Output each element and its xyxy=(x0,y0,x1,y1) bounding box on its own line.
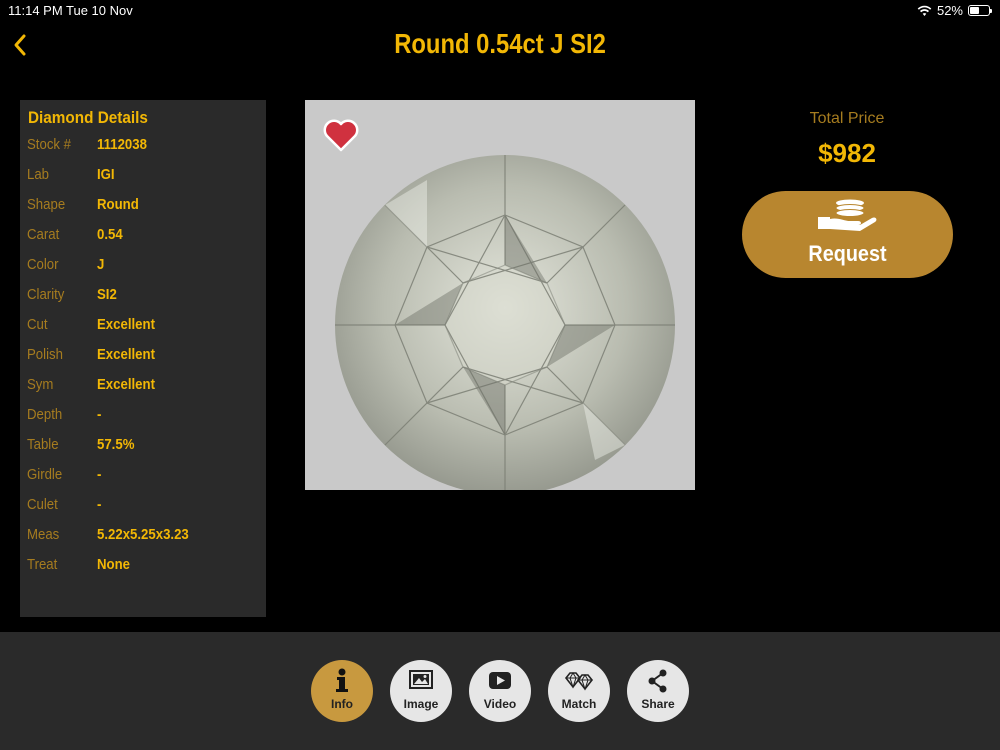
match-diamonds-icon xyxy=(564,672,594,691)
request-button[interactable]: Request xyxy=(742,191,953,278)
info-label: Info xyxy=(331,697,353,711)
detail-label: Girdle xyxy=(27,466,63,483)
detail-row-table: Table 57.5% xyxy=(20,436,266,466)
detail-row-meas: Meas 5.22x5.25x3.23 xyxy=(20,526,266,556)
detail-label: Stock # xyxy=(27,136,72,153)
status-indicators: 52% xyxy=(917,3,992,18)
detail-label: Culet xyxy=(27,496,58,513)
detail-value: Excellent xyxy=(97,316,155,333)
detail-row-color: Color J xyxy=(20,256,266,286)
bottom-toolbar: Info Image Video Match Share xyxy=(0,632,1000,750)
detail-value: Excellent xyxy=(97,376,155,393)
detail-value: None xyxy=(97,556,130,573)
detail-value: - xyxy=(97,406,102,423)
detail-label: Treat xyxy=(27,556,58,573)
share-label: Share xyxy=(641,697,675,711)
total-price-label: Total Price xyxy=(809,110,885,127)
diamond-photo xyxy=(305,100,695,490)
status-time: 11:14 PM xyxy=(8,3,63,18)
image-button[interactable]: Image xyxy=(390,660,452,722)
wifi-icon xyxy=(917,5,932,16)
detail-value: SI2 xyxy=(97,286,117,303)
share-icon xyxy=(648,669,667,693)
info-button[interactable]: Info xyxy=(311,660,373,722)
detail-label: Shape xyxy=(27,196,66,213)
detail-value: IGI xyxy=(97,166,115,183)
video-label: Video xyxy=(483,697,517,711)
detail-value: 1112038 xyxy=(97,136,147,153)
video-button[interactable]: Video xyxy=(469,660,531,722)
status-date: Tue 10 Nov xyxy=(66,3,133,18)
detail-value: J xyxy=(97,256,105,273)
detail-label: Sym xyxy=(27,376,54,393)
detail-label: Color xyxy=(27,256,59,273)
detail-row-depth: Depth - xyxy=(20,406,266,436)
info-icon xyxy=(336,668,348,692)
detail-label: Clarity xyxy=(27,286,65,303)
detail-row-sym: Sym Excellent xyxy=(20,376,266,406)
detail-row-girdle: Girdle - xyxy=(20,466,266,496)
detail-row-stock: Stock # 1112038 xyxy=(20,136,266,166)
page-title: Round 0.54ct J SI2 xyxy=(394,28,606,59)
detail-row-carat: Carat 0.54 xyxy=(20,226,266,256)
detail-label: Cut xyxy=(27,316,48,333)
detail-row-clarity: Clarity SI2 xyxy=(20,286,266,316)
detail-value: Excellent xyxy=(97,346,155,363)
video-icon xyxy=(489,672,511,689)
detail-label: Meas xyxy=(27,526,60,543)
diamond-image[interactable] xyxy=(305,100,695,490)
share-button[interactable]: Share xyxy=(627,660,689,722)
back-button[interactable] xyxy=(8,30,34,60)
detail-row-shape: Shape Round xyxy=(20,196,266,226)
hand-coins-icon xyxy=(818,199,877,231)
detail-label: Carat xyxy=(27,226,60,243)
detail-value: - xyxy=(97,466,102,483)
detail-value: - xyxy=(97,496,102,513)
diamond-details-panel: Diamond Details Stock # 1112038 Lab IGI … xyxy=(20,100,266,617)
detail-row-polish: Polish Excellent xyxy=(20,346,266,376)
detail-label: Depth xyxy=(27,406,63,423)
detail-label: Lab xyxy=(27,166,50,183)
image-label: Image xyxy=(403,697,439,711)
battery-icon xyxy=(968,5,992,16)
request-label: Request xyxy=(808,241,887,266)
details-title: Diamond Details xyxy=(28,108,148,127)
favorite-heart-icon[interactable] xyxy=(323,118,359,152)
status-bar: 11:14 PM Tue 10 Nov 52% xyxy=(0,0,1000,22)
detail-value: 5.22x5.25x3.23 xyxy=(97,526,189,543)
detail-label: Table xyxy=(27,436,59,453)
detail-label: Polish xyxy=(27,346,63,363)
detail-value: Round xyxy=(97,196,139,213)
match-button[interactable]: Match xyxy=(548,660,610,722)
image-icon xyxy=(409,670,433,689)
detail-row-cut: Cut Excellent xyxy=(20,316,266,346)
match-label: Match xyxy=(561,697,597,711)
detail-value: 0.54 xyxy=(97,226,123,243)
detail-row-lab: Lab IGI xyxy=(20,166,266,196)
detail-value: 57.5% xyxy=(97,436,135,453)
detail-row-culet: Culet - xyxy=(20,496,266,526)
chevron-left-icon xyxy=(14,34,26,56)
total-price-value: $982 xyxy=(818,138,876,168)
detail-row-treat: Treat None xyxy=(20,556,266,586)
battery-percent: 52% xyxy=(936,3,963,18)
